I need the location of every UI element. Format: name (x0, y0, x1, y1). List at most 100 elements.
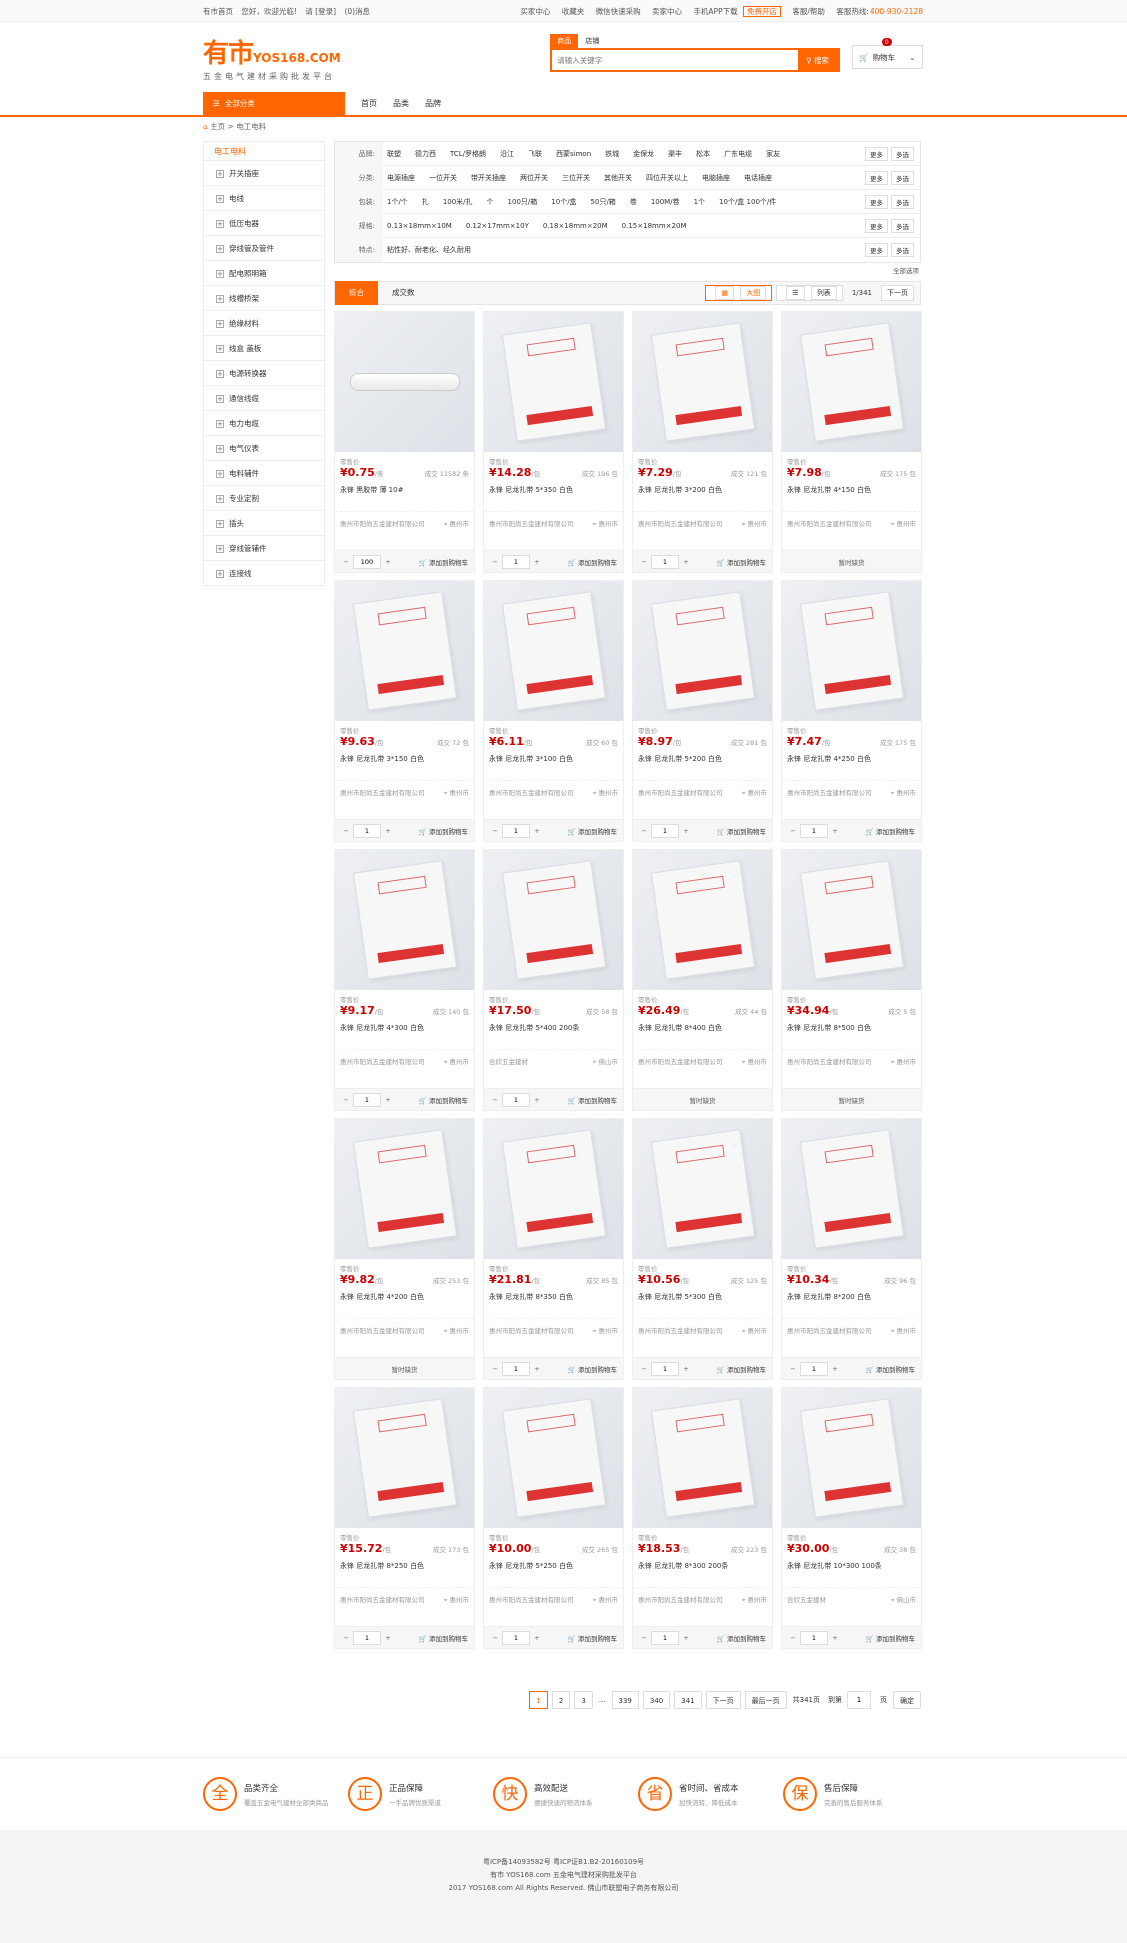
increase-button[interactable]: + (828, 1634, 842, 1642)
filter-option[interactable]: 沿江 (500, 149, 514, 159)
increase-button[interactable]: + (530, 1365, 544, 1373)
product-name[interactable]: 永锋 尼龙扎带 3*100 白色 (484, 748, 623, 778)
product-image[interactable] (335, 1388, 474, 1528)
filter-option[interactable]: 渠丰 (668, 149, 682, 159)
filter-option[interactable]: 扎 (422, 197, 429, 207)
product-name[interactable]: 永锋 尼龙扎带 4*150 白色 (782, 479, 921, 509)
product-image[interactable] (484, 1388, 623, 1528)
shop-name[interactable]: 惠州市阳尚五金建材有限公司 (787, 1325, 872, 1336)
filter-multi-button[interactable]: 多选 (891, 243, 914, 257)
shop-name[interactable]: 惠州市阳尚五金建材有限公司 (787, 787, 872, 798)
filter-option[interactable]: 100M/卷 (651, 197, 680, 207)
sidebar-item[interactable]: + 开关插座 (203, 161, 325, 186)
product-card[interactable]: 零售价 ¥9.63/包 成交 72 包永锋 尼龙扎带 3*150 白色 惠州市阳尚五金… (334, 580, 475, 842)
filter-option[interactable]: 一位开关 (429, 173, 457, 183)
product-name[interactable]: 永锋 尼龙扎带 8*250 白色 (335, 1555, 474, 1585)
filter-option[interactable]: 家友 (766, 149, 780, 159)
quantity-input[interactable] (651, 1361, 679, 1376)
filter-option[interactable]: 电源插座 (387, 173, 415, 183)
filter-option[interactable]: TCL/罗格朗 (450, 149, 486, 159)
pager-last[interactable]: 最后一页 (744, 1691, 787, 1709)
pager-next[interactable]: 下一页 (705, 1691, 741, 1709)
home-link[interactable]: 有市首页 (203, 7, 233, 16)
filter-option[interactable]: 带开关插座 (471, 173, 506, 183)
filter-option[interactable]: 三位开关 (562, 173, 590, 183)
sidebar-item[interactable]: + 低压电器 (203, 211, 325, 236)
decrease-button[interactable]: − (637, 1634, 651, 1642)
quantity-input[interactable] (502, 1092, 530, 1107)
quantity-input[interactable] (800, 1361, 828, 1376)
shop-name[interactable]: 惠州市阳尚五金建材有限公司 (340, 518, 425, 529)
decrease-button[interactable]: − (637, 1365, 651, 1373)
quantity-input[interactable] (353, 1630, 381, 1645)
filter-option[interactable]: 联塑 (387, 149, 401, 159)
filter-option[interactable]: 德力西 (415, 149, 436, 159)
increase-button[interactable]: + (381, 558, 395, 566)
product-name[interactable]: 永锋 尼龙扎带 8*500 白色 (782, 1017, 921, 1047)
product-card[interactable]: 零售价 ¥9.82/包 成交 253 包永锋 尼龙扎带 4*200 白色 惠州市阳尚五… (334, 1118, 475, 1380)
filter-more-button[interactable]: 更多 (865, 146, 888, 161)
decrease-button[interactable]: − (339, 827, 353, 835)
filter-option[interactable]: 10个/盒 100个/件 (719, 197, 776, 207)
view-grid-button[interactable]: ▦ 大图 (705, 285, 773, 301)
increase-button[interactable]: + (530, 827, 544, 835)
product-image[interactable] (484, 1119, 623, 1259)
product-name[interactable]: 永锋 尼龙扎带 4*300 白色 (335, 1017, 474, 1047)
filter-option[interactable]: 电脑插座 (702, 173, 730, 183)
filter-option[interactable]: 0.18×18mm×20M (543, 222, 608, 230)
shop-name[interactable]: 惠州市阳尚五金建材有限公司 (489, 1594, 574, 1605)
nav-brand[interactable]: 品牌 (425, 92, 441, 115)
filter-option[interactable]: 铁城 (605, 149, 619, 159)
buyer-center-link[interactable]: 买家中心 (520, 7, 550, 16)
sidebar-item[interactable]: + 插头 (203, 511, 325, 536)
page-339[interactable]: 339 (611, 1691, 639, 1709)
product-card[interactable]: 零售价 ¥34.94/包 成交 5 包永锋 尼龙扎带 8*500 白色 惠州市阳尚五金… (781, 849, 922, 1111)
decrease-button[interactable]: − (339, 1096, 353, 1104)
shop-name[interactable]: 惠州市阳尚五金建材有限公司 (489, 787, 574, 798)
add-to-cart-button[interactable]: 🛒 添加到购物车 (717, 826, 766, 836)
product-name[interactable]: 永锋 尼龙扎带 5*300 白色 (633, 1286, 772, 1316)
shop-name[interactable]: 惠州市阳尚五金建材有限公司 (340, 1056, 425, 1067)
product-card[interactable]: 零售价 ¥0.75/条 成交 11582 条永锋 黑胶带 薄 10# 惠州市阳尚五金建… (334, 311, 475, 573)
filter-multi-button[interactable]: 多选 (891, 146, 914, 161)
add-to-cart-button[interactable]: 🛒 添加到购物车 (717, 1633, 766, 1643)
sidebar-item[interactable]: + 穿线管辅件 (203, 536, 325, 561)
filter-option[interactable]: 100米/扎 (443, 197, 473, 207)
add-to-cart-button[interactable]: 🛒 添加到购物车 (568, 557, 617, 567)
filter-option[interactable]: 100只/箱 (508, 197, 538, 207)
filter-option[interactable]: 个 (487, 197, 494, 207)
product-image[interactable] (484, 312, 623, 452)
decrease-button[interactable]: − (786, 1365, 800, 1373)
filter-more-button[interactable]: 更多 (865, 170, 888, 185)
sort-default[interactable]: 综合 (335, 281, 378, 305)
shop-name[interactable]: 惠州市阳尚五金建材有限公司 (340, 1325, 425, 1336)
filter-option[interactable]: 电话插座 (744, 173, 772, 183)
login-link[interactable]: 请 [登录] (305, 7, 336, 16)
product-image[interactable] (633, 850, 772, 990)
decrease-button[interactable]: − (637, 558, 651, 566)
product-image[interactable] (782, 1119, 921, 1259)
filter-option[interactable]: 西蒙simon (556, 149, 591, 159)
decrease-button[interactable]: − (488, 1096, 502, 1104)
decrease-button[interactable]: − (488, 827, 502, 835)
add-to-cart-button[interactable]: 🛒 添加到购物车 (419, 1095, 468, 1105)
product-image[interactable] (782, 1388, 921, 1528)
filter-option[interactable]: 50只/箱 (591, 197, 616, 207)
filter-option[interactable]: 两位开关 (520, 173, 548, 183)
quantity-input[interactable] (502, 823, 530, 838)
quantity-input[interactable] (800, 1630, 828, 1645)
product-card[interactable]: 零售价 ¥18.53/包 成交 223 包永锋 尼龙扎带 8*300 200条 惠州市… (632, 1387, 773, 1649)
breadcrumb-text[interactable]: 主页 > 电工电料 (210, 122, 266, 131)
quantity-input[interactable] (353, 1092, 381, 1107)
product-card[interactable]: 零售价 ¥14.28/包 成交 196 包永锋 尼龙扎带 5*350 白色 惠州市阳尚… (483, 311, 624, 573)
increase-button[interactable]: + (679, 1634, 693, 1642)
sidebar-item[interactable]: + 线槽桥架 (203, 286, 325, 311)
shop-name[interactable]: 惠州市阳尚五金建材有限公司 (489, 1325, 574, 1336)
filter-option[interactable]: 粘性好、耐老化、经久耐用 (387, 245, 471, 255)
sidebar-item[interactable]: + 电力电缆 (203, 411, 325, 436)
shop-name[interactable]: 惠州市阳尚五金建材有限公司 (638, 518, 723, 529)
decrease-button[interactable]: − (488, 1365, 502, 1373)
add-to-cart-button[interactable]: 🛒 添加到购物车 (419, 1633, 468, 1643)
increase-button[interactable]: + (381, 827, 395, 835)
product-image[interactable] (335, 850, 474, 990)
